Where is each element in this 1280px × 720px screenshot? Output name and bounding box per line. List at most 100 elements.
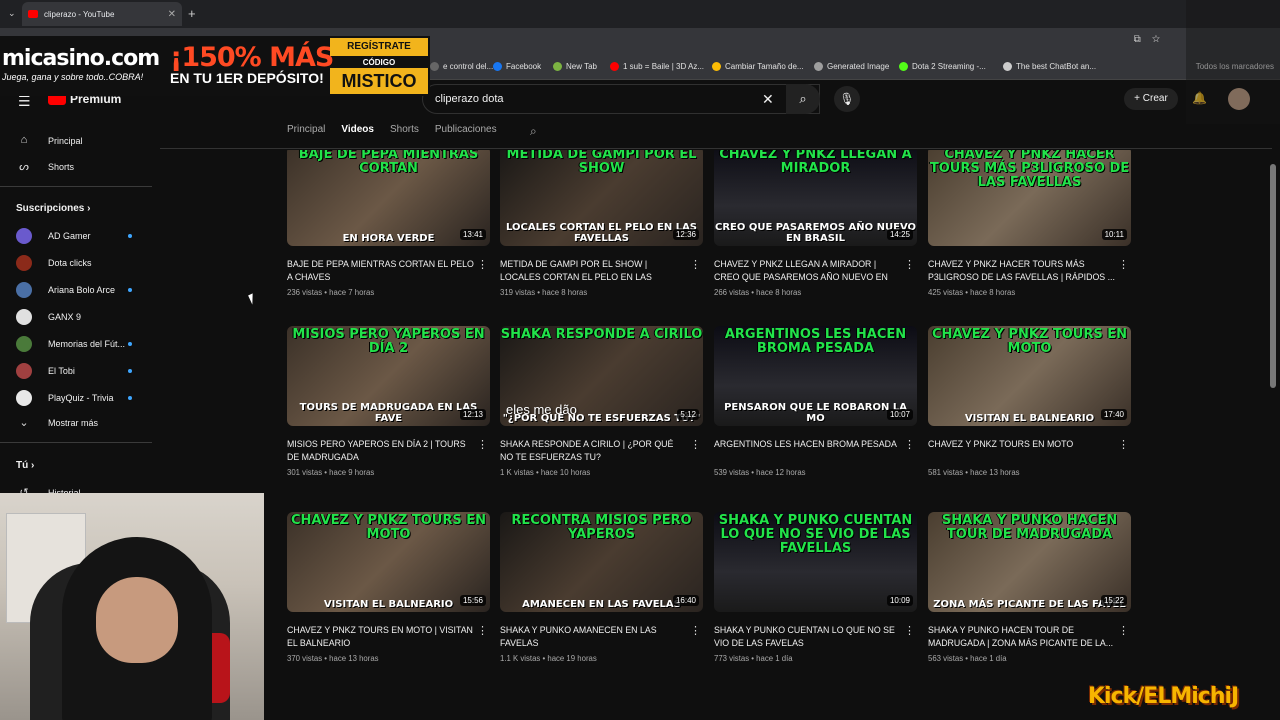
create-button[interactable]: + Crear [1124,88,1178,110]
sidebar-item-subscription[interactable]: Ariana Bolo Arce [16,282,115,298]
video-card[interactable]: CHAVEZ Y PNKZ TOURS EN MOTO VISITAN EL BA… [287,512,490,663]
more-options-icon[interactable]: ⋮ [477,624,488,637]
more-options-icon[interactable]: ⋮ [477,258,488,271]
sidebar-item-subscription[interactable]: Dota clicks [16,255,92,271]
streamer-webcam [0,493,264,720]
video-title[interactable]: SHAKA Y PUNKO HACEN TOUR DE MADRUGADA | … [928,624,1116,650]
video-card[interactable]: ARGENTINOS LES HACEN BROMA PESADA PENSARO… [714,326,917,477]
video-duration-badge: 10:07 [886,409,913,420]
video-card[interactable]: RECONTRA MISIOS PERO YAPEROS AMANECEN EN … [500,512,703,663]
more-options-icon[interactable]: ⋮ [690,624,701,637]
bookmark-item[interactable]: New Tab [553,62,597,71]
video-thumbnail[interactable]: SHAKA Y PUNKO CUENTAN LO QUE NO SE VIO D… [714,512,917,612]
bookmark-item[interactable]: Facebook [493,62,541,71]
video-title[interactable]: SHAKA Y PUNKO AMANECEN EN LAS FAVELAS [500,624,688,650]
thumbnail-caption-top: SHAKA Y PUNKO CUENTAN LO QUE NO SE VIO D… [718,513,913,556]
video-thumbnail[interactable]: RECONTRA MISIOS PERO YAPEROS AMANECEN EN … [500,512,703,612]
video-card[interactable]: CHAVEZ Y PNKZ TOURS EN MOTO VISITAN EL BA… [928,326,1131,477]
sidebar-item-label: Memorias del Fút... [48,339,126,349]
video-thumbnail[interactable]: CHAVEZ Y PNKZ HACER TOURS MÁS P3LIGROSO … [928,150,1131,246]
voice-search-button[interactable]: 🎙 [834,86,860,112]
video-title[interactable]: SHAKA Y PUNKO CUENTAN LO QUE NO SE VIO D… [714,624,902,650]
video-card[interactable]: SHAKA Y PUNKO HACEN TOUR DE MADRUGADA ZON… [928,512,1131,663]
channel-search-icon[interactable]: ⌕ [530,124,537,139]
sidebar-item-subscription[interactable]: Memorias del Fút... [16,336,125,352]
ad-register-button[interactable]: REGÍSTRATE [330,38,428,56]
more-options-icon[interactable]: ⋮ [1118,624,1129,637]
more-options-icon[interactable]: ⋮ [1118,438,1129,451]
stream-chat-overlay [1186,0,1280,124]
tab-list-chevron-icon[interactable]: ⌄ [8,8,16,19]
bookmark-item[interactable]: 1 sub = Baile | 3D Az... [610,62,704,71]
chevron-right-icon: › [31,460,35,471]
video-title[interactable]: METIDA DE GAMPI POR EL SHOW | LOCALES CO… [500,258,688,284]
video-title[interactable]: SHAKA RESPONDE A CIRILO | ¿POR QUÉ NO TE… [500,438,688,464]
video-title[interactable]: CHAVEZ Y PNKZ HACER TOURS MÁS P3LIGROSO … [928,258,1116,284]
casino-ad-banner[interactable]: micasino.com Juega, gana y sobre todo..C… [0,36,430,96]
video-thumbnail[interactable]: SHAKA RESPONDE A CIRILO eles me dão "¿POR … [500,326,703,426]
bookmark-item[interactable]: Cambiar Tamaño de... [712,62,804,71]
search-button[interactable]: ⌕ [786,84,820,114]
more-options-icon[interactable]: ⋮ [477,438,488,451]
close-tab-icon[interactable]: ✕ [168,9,176,20]
bookmark-item[interactable]: e control del... [430,62,493,71]
sidebar-item-shorts[interactable]: ᔕ Shorts [16,160,74,174]
new-tab-button[interactable]: + [188,6,196,21]
more-options-icon[interactable]: ⋮ [904,258,915,271]
bookmark-favicon-icon [1003,62,1012,71]
more-options-icon[interactable]: ⋮ [904,624,915,637]
video-card[interactable]: BAJE DE PEPA MIENTRAS CORTAN EN HORA VERD… [287,150,490,297]
video-thumbnail[interactable]: ARGENTINOS LES HACEN BROMA PESADA PENSARO… [714,326,917,426]
show-more-button[interactable]: ⌄ Mostrar más [16,416,98,430]
video-card[interactable]: CHAVEZ Y PNKZ LLEGAN A MIRADOR CREO QUE P… [714,150,917,297]
video-thumbnail[interactable]: CHAVEZ Y PNKZ TOURS EN MOTO VISITAN EL BA… [287,512,490,612]
video-card[interactable]: SHAKA RESPONDE A CIRILO eles me dão "¿POR … [500,326,703,477]
video-thumbnail[interactable]: CHAVEZ Y PNKZ LLEGAN A MIRADOR CREO QUE P… [714,150,917,246]
sidebar-item-subscription[interactable]: PlayQuiz - Trivia [16,390,114,406]
video-title[interactable]: CHAVEZ Y PNKZ TOURS EN MOTO [928,438,1116,464]
clear-search-icon[interactable]: ✕ [762,91,774,108]
video-card[interactable]: METIDA DE GAMPI POR EL SHOW LOCALES CORTA… [500,150,703,297]
more-options-icon[interactable]: ⋮ [690,258,701,271]
video-title[interactable]: BAJE DE PEPA MIENTRAS CORTAN EL PELO A C… [287,258,475,284]
video-title[interactable]: MISIOS PERO YAPEROS EN DÍA 2 | TOURS DE … [287,438,475,464]
video-title[interactable]: CHAVEZ Y PNKZ LLEGAN A MIRADOR | CREO QU… [714,258,902,284]
video-title[interactable]: CHAVEZ Y PNKZ TOURS EN MOTO | VISITAN EL… [287,624,475,650]
video-card[interactable]: MISIOS PERO YAPEROS EN DÍA 2 TOURS DE MAD… [287,326,490,477]
more-options-icon[interactable]: ⋮ [690,438,701,451]
search-input[interactable]: cliperazo dota [422,84,820,114]
microphone-icon: 🎙 [839,92,855,106]
browser-tab[interactable]: cliperazo - YouTube ✕ [22,2,182,26]
bookmark-star-icon[interactable]: ☆ [1152,34,1160,45]
more-options-icon[interactable]: ⋮ [904,438,915,451]
cast-icon[interactable]: ⧉ [1134,34,1141,45]
page-scrollbar[interactable] [1270,164,1276,388]
more-options-icon[interactable]: ⋮ [1118,258,1129,271]
video-thumbnail[interactable]: METIDA DE GAMPI POR EL SHOW LOCALES CORTA… [500,150,703,246]
bookmark-item[interactable]: Dota 2 Streaming -... [899,62,986,71]
sidebar-item-subscription[interactable]: AD Gamer [16,228,91,244]
video-thumbnail[interactable]: CHAVEZ Y PNKZ TOURS EN MOTO VISITAN EL BA… [928,326,1131,426]
bookmark-favicon-icon [712,62,721,71]
video-thumbnail[interactable]: BAJE DE PEPA MIENTRAS CORTAN EN HORA VERD… [287,150,490,246]
subscriptions-header[interactable]: Suscripciones › [16,203,90,214]
bookmark-item[interactable]: Generated Image [814,62,889,71]
video-thumbnail[interactable]: MISIOS PERO YAPEROS EN DÍA 2 TOURS DE MAD… [287,326,490,426]
tab-principal[interactable]: Principal [287,124,325,146]
tab-videos[interactable]: Videos [341,124,374,146]
tab-shorts[interactable]: Shorts [390,124,419,146]
tab-publicaciones[interactable]: Publicaciones [435,124,497,146]
sidebar-item-subscription[interactable]: El Tobi [16,363,75,379]
video-card[interactable]: CHAVEZ Y PNKZ HACER TOURS MÁS P3LIGROSO … [928,150,1131,297]
video-thumbnail[interactable]: SHAKA Y PUNKO HACEN TOUR DE MADRUGADA ZON… [928,512,1131,612]
sidebar-item-subscription[interactable]: GANX 9 [16,309,81,325]
sidebar-item-home[interactable]: ⌂ Principal [16,134,83,148]
video-duration-badge: 12:13 [459,409,486,420]
tabs-divider [160,148,1272,149]
channel-avatar [16,336,32,352]
you-header[interactable]: Tú › [16,460,34,471]
video-title[interactable]: ARGENTINOS LES HACEN BROMA PESADA [714,438,902,464]
bookmark-item[interactable]: The best ChatBot an... [1003,62,1096,71]
video-card[interactable]: SHAKA Y PUNKO CUENTAN LO QUE NO SE VIO D… [714,512,917,663]
sidebar-item-label: AD Gamer [48,231,91,241]
